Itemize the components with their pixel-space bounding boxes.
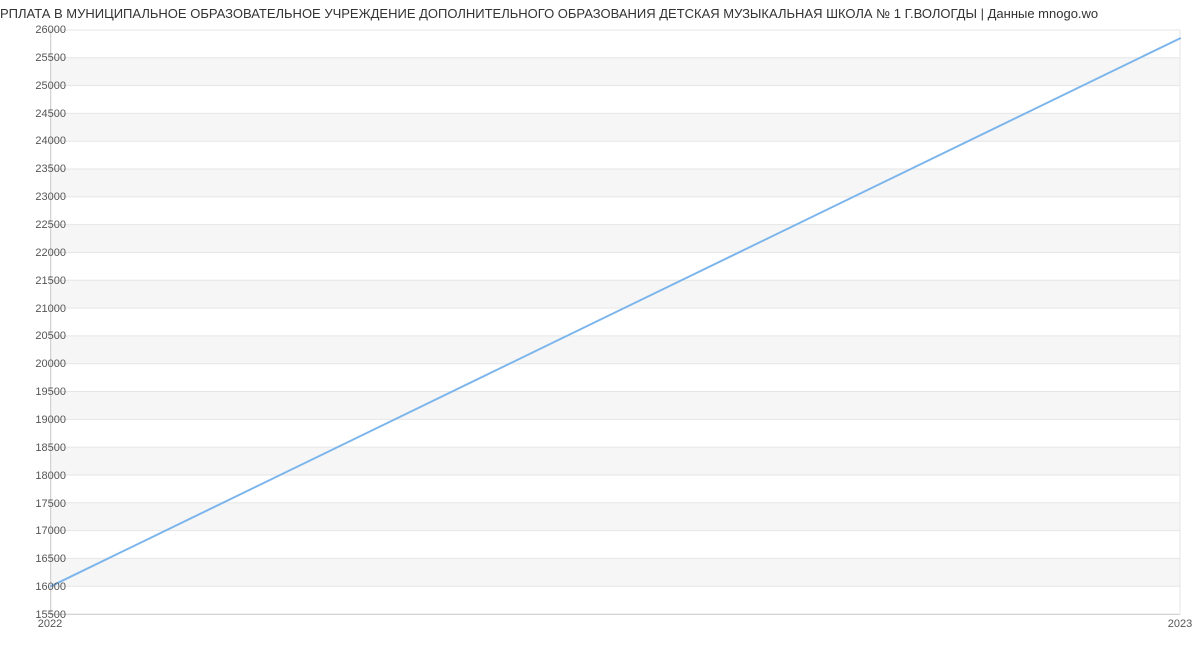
y-tick-label: 18000 — [26, 470, 66, 482]
y-tick-label: 19500 — [26, 386, 66, 398]
y-tick-label: 22500 — [26, 219, 66, 231]
y-tick-label: 22000 — [26, 247, 66, 259]
y-tick-label: 16500 — [26, 553, 66, 565]
y-tick-label: 23000 — [26, 191, 66, 203]
y-tick-label: 21000 — [26, 303, 66, 315]
chart-svg — [51, 30, 1180, 614]
y-tick-label: 23500 — [26, 163, 66, 175]
x-tick-label: 2022 — [38, 618, 62, 630]
y-tick-label: 17000 — [26, 525, 66, 537]
y-tick-label: 21500 — [26, 275, 66, 287]
chart-plot-area — [50, 30, 1180, 615]
y-tick-label: 17500 — [26, 498, 66, 510]
chart-title: РПЛАТА В МУНИЦИПАЛЬНОЕ ОБРАЗОВАТЕЛЬНОЕ У… — [0, 6, 1200, 21]
y-tick-label: 20000 — [26, 358, 66, 370]
y-tick-label: 24500 — [26, 108, 66, 120]
y-tick-label: 19000 — [26, 414, 66, 426]
y-tick-label: 16000 — [26, 581, 66, 593]
y-tick-label: 24000 — [26, 135, 66, 147]
y-tick-label: 25500 — [26, 52, 66, 64]
y-tick-label: 18500 — [26, 442, 66, 454]
y-tick-label: 26000 — [26, 24, 66, 36]
y-tick-label: 20500 — [26, 330, 66, 342]
x-tick-label: 2023 — [1168, 618, 1192, 630]
y-tick-label: 25000 — [26, 80, 66, 92]
